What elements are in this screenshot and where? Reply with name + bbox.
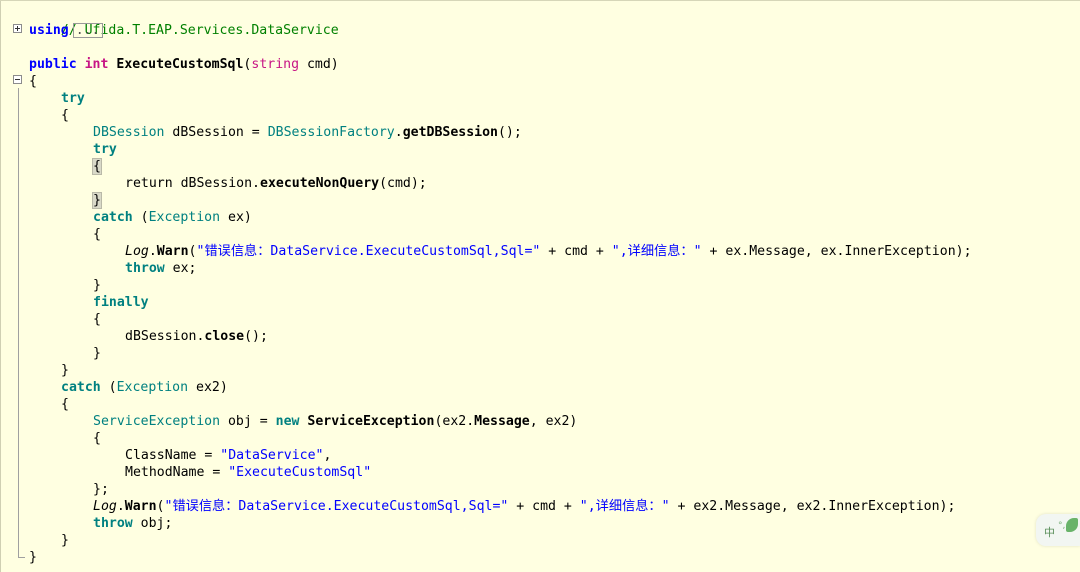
log-warn-line-1: Log.Warn("错误信息：DataService.ExecuteCustom… — [125, 244, 972, 259]
throw-ex-line: throw ex; — [125, 261, 197, 276]
throw-obj-line: throw obj; — [93, 516, 173, 531]
initializer-open-brace: { — [93, 431, 101, 446]
outline-guide-line — [18, 88, 19, 558]
inner-try-open-brace: { — [92, 158, 102, 175]
ime-punctuation-icon[interactable]: °, — [1058, 521, 1065, 531]
service-exception-line: ServiceException obj = new ServiceExcept… — [93, 414, 578, 429]
outer-catch-line: catch (Exception ex2) — [61, 380, 228, 395]
log-warn-line-2: Log.Warn("错误信息：DataService.ExecuteCustom… — [93, 499, 956, 514]
param-name: cmd — [306, 57, 331, 72]
outer-try-open-brace: { — [61, 108, 69, 123]
class-name-line: ClassName = "DataService", — [125, 448, 332, 463]
outer-try-line: try — [61, 91, 85, 106]
expand-using-icon[interactable] — [13, 24, 22, 33]
return-line: return dBSession.executeNonQuery(cmd); — [125, 176, 427, 191]
ime-leaf-icon[interactable] — [1066, 518, 1078, 532]
method-open-brace: { — [29, 74, 37, 89]
param-type: string — [251, 57, 300, 72]
ime-toolbar[interactable]: 中 °, — [1036, 514, 1080, 546]
finally-close-brace: } — [93, 346, 101, 361]
int-keyword: int — [84, 57, 109, 72]
ime-chinese-mode-label[interactable]: 中 — [1044, 524, 1055, 540]
inner-try-close-brace: } — [92, 192, 102, 209]
inner-catch-line: catch (Exception ex) — [93, 210, 252, 225]
finally-line: finally — [93, 295, 149, 310]
outer-catch-open-brace: { — [61, 397, 69, 412]
editor-left-border — [0, 1, 1, 572]
code-line-1: // Ufida.T.EAP.Services.DataService — [29, 5, 339, 38]
method-name-line: MethodName = "ExecuteCustomSql" — [125, 465, 372, 480]
finally-open-brace: { — [93, 312, 101, 327]
outer-catch-close-brace: } — [61, 533, 69, 548]
outline-guide-end — [18, 557, 25, 558]
method-close-brace: } — [29, 550, 37, 565]
inner-try-line: try — [93, 142, 117, 157]
inner-catch-open-brace: { — [93, 227, 101, 242]
close-session-line: dBSession.close(); — [125, 329, 268, 344]
method-name: ExecuteCustomSql — [116, 57, 244, 72]
outer-try-close-brace: } — [61, 363, 69, 378]
public-keyword: public — [29, 57, 77, 72]
initializer-close-brace: }; — [93, 482, 109, 497]
collapsed-using-block[interactable]: ... — [72, 23, 103, 38]
code-editor[interactable]: // Ufida.T.EAP.Services.DataService usin… — [0, 0, 1080, 572]
collapse-method-icon[interactable] — [13, 75, 22, 84]
using-keyword: using — [29, 23, 69, 38]
dbsession-declaration-line: DBSession dBSession = DBSessionFactory.g… — [93, 125, 522, 140]
code-line-2: using... — [29, 22, 103, 39]
method-signature-line: public int ExecuteCustomSql(string cmd) — [29, 57, 339, 72]
inner-catch-close-brace: } — [93, 278, 101, 293]
